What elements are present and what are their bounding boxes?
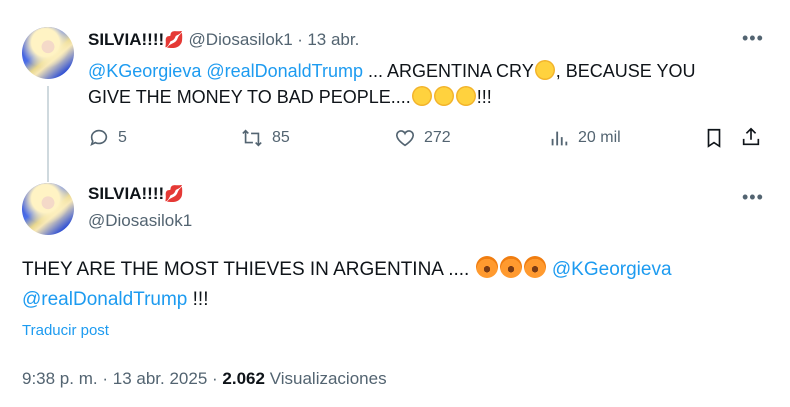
screaming-face-icon	[523, 256, 546, 278]
bookmark-icon[interactable]	[703, 127, 725, 154]
mention-link[interactable]: @realDonaldTrump	[22, 289, 187, 310]
more-options-icon[interactable]: •••	[742, 28, 764, 49]
avatar[interactable]	[22, 27, 74, 79]
display-name[interactable]: SILVIA!!!!	[88, 184, 164, 203]
tweet-text: @KGeorgieva @realDonaldTrump ... ARGENTI…	[88, 58, 748, 110]
reply-count: 5	[118, 129, 127, 146]
mention-link[interactable]: @KGeorgieva	[88, 61, 201, 81]
separator: ·	[102, 369, 109, 388]
mention-link[interactable]: @KGeorgieva	[552, 259, 672, 280]
like-button[interactable]: 272	[394, 127, 451, 149]
tweet-meta: 9:38 p. m. · 13 abr. 2025 · 2.062 Visual…	[22, 369, 387, 389]
handle[interactable]: @Diosasilok1	[189, 30, 293, 49]
reply-button[interactable]: 5	[88, 127, 127, 149]
reply-icon	[88, 127, 110, 149]
tweet-text-segment: !!!	[187, 289, 209, 310]
lips-icon: 💋	[164, 32, 185, 49]
tweet-text: THEY ARE THE MOST THIEVES IN ARGENTINA .…	[22, 255, 772, 315]
confused-face-icon	[433, 86, 454, 106]
screaming-face-icon	[499, 256, 522, 278]
share-icon[interactable]	[740, 126, 762, 153]
heart-icon	[394, 127, 416, 149]
more-options-icon[interactable]: •••	[742, 187, 764, 208]
handle[interactable]: @Diosasilok1	[88, 211, 192, 231]
tweet-text-segment: !!!	[476, 87, 492, 107]
views-count: 2.062	[222, 369, 265, 388]
tweet-text-segment: , BECAUSE YOU	[555, 61, 696, 81]
tweet-date[interactable]: 13 abr. 2025	[113, 369, 208, 388]
thread-line	[47, 86, 49, 182]
screaming-face-icon	[475, 256, 498, 278]
avatar[interactable]	[22, 183, 74, 235]
separator: ·	[297, 30, 303, 49]
confused-face-icon	[411, 86, 432, 106]
lips-icon: 💋	[164, 186, 185, 203]
repost-button[interactable]: 85	[240, 127, 290, 149]
tweet-date[interactable]: 13 abr.	[307, 30, 359, 49]
views-count: 20 mil	[578, 129, 621, 146]
tweet-header: SILVIA!!!!💋	[88, 184, 184, 204]
views-button[interactable]: 20 mil	[548, 127, 621, 149]
tweet-time[interactable]: 9:38 p. m.	[22, 369, 98, 388]
tweet-header: SILVIA!!!!💋 @Diosasilok1 · 13 abr.	[88, 30, 359, 50]
tweet-text-segment: GIVE THE MONEY TO BAD PEOPLE....	[88, 87, 411, 107]
confused-face-icon	[455, 86, 476, 106]
mention-link[interactable]: @realDonaldTrump	[206, 61, 363, 81]
translate-post-link[interactable]: Traducir post	[22, 322, 109, 339]
display-name[interactable]: SILVIA!!!!	[88, 30, 164, 49]
crying-face-icon	[534, 60, 555, 80]
like-count: 272	[424, 129, 451, 146]
tweet-text-segment: ... ARGENTINA CRY	[363, 61, 534, 81]
repost-count: 85	[272, 129, 290, 146]
analytics-icon	[548, 127, 570, 149]
views-label: Visualizaciones	[269, 369, 387, 388]
tweet-text-segment: THEY ARE THE MOST THIEVES IN ARGENTINA .…	[22, 259, 475, 280]
repost-icon	[240, 127, 264, 149]
separator: ·	[212, 369, 218, 388]
